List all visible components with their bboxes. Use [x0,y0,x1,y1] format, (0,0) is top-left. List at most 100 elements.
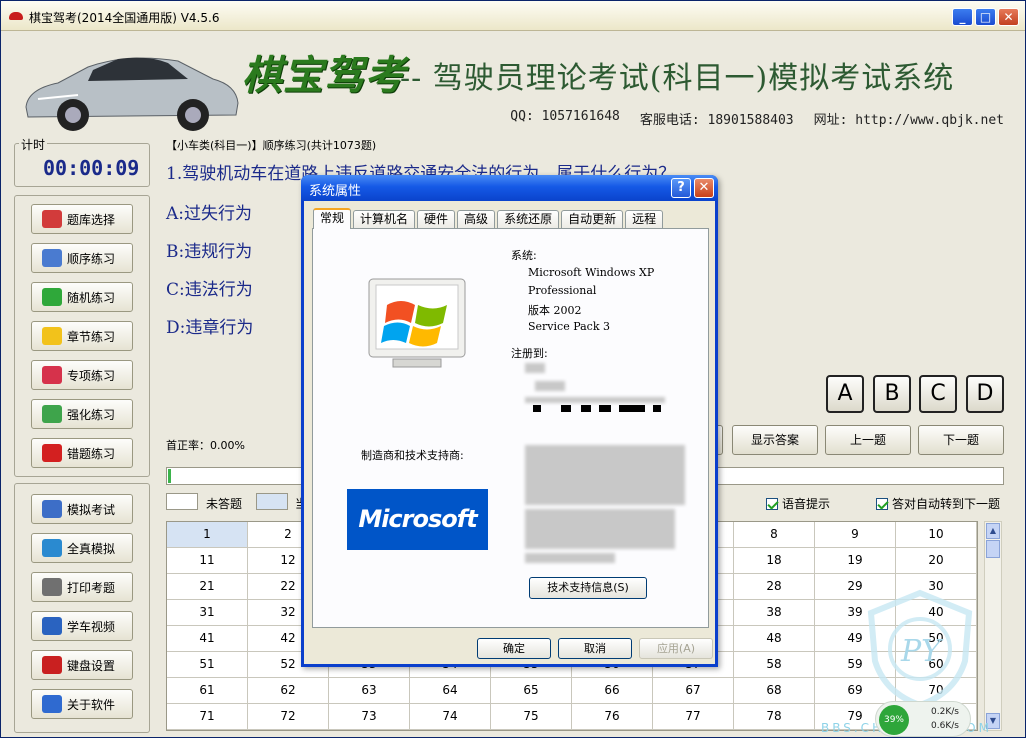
menu-button-group1-5[interactable]: 强化练习 [31,399,133,429]
maximize-button[interactable]: □ [975,8,996,26]
question-number-cell[interactable]: 1 [167,522,248,548]
question-number-cell[interactable]: 20 [896,548,977,574]
question-number-cell[interactable]: 66 [572,678,653,704]
title-bar[interactable]: 棋宝驾考(2014全国通用版) V4.5.6 _ □ ✕ [1,1,1025,31]
question-number-cell[interactable]: 74 [410,704,491,730]
question-number-cell[interactable]: 8 [734,522,815,548]
next-question-button[interactable]: 下一题 [918,425,1004,455]
dialog-help-button[interactable]: ? [671,178,691,198]
dialog-title-bar[interactable]: 系统属性 ? ✕ [301,175,718,201]
menu-button-group1-0[interactable]: 题库选择 [31,204,133,234]
download-speed: 0.6K/s [931,721,959,731]
menu-button-group1-1[interactable]: 顺序练习 [31,243,133,273]
redacted-mark [599,405,611,412]
voice-prompt-checkbox[interactable]: 语音提示 [766,495,830,512]
option-d[interactable]: D:违章行为 [166,313,253,338]
apply-button[interactable]: 应用(A) [639,638,713,659]
network-speed-widget[interactable]: 39% 0.2K/s 0.6K/s [875,701,971,737]
question-number-cell[interactable]: 77 [653,704,734,730]
dialog-tab-1[interactable]: 计算机名 [353,210,416,228]
menu-button-group2-3[interactable]: 学车视频 [31,611,133,641]
menu-button-group2-2[interactable]: 打印考题 [31,572,133,602]
website-link[interactable]: 网址: http://www.qbjk.net [814,109,1004,128]
dialog-tab-4[interactable]: 系统还原 [497,210,560,228]
question-number-cell[interactable]: 68 [734,678,815,704]
dialog-tab-0[interactable]: 常规 [313,208,352,229]
svg-text:PY: PY [900,634,944,669]
close-button[interactable]: ✕ [998,8,1019,26]
voice-checkbox-box[interactable] [766,497,778,510]
answer-a-button[interactable]: A [826,375,864,413]
question-number-cell[interactable]: 9 [815,522,896,548]
question-number-cell[interactable]: 61 [167,678,248,704]
dialog-tab-5[interactable]: 自动更新 [561,210,624,228]
menu-button-group2-0[interactable]: 模拟考试 [31,494,133,524]
question-number-cell[interactable]: 65 [491,678,572,704]
option-b[interactable]: B:违规行为 [166,237,252,262]
answer-b-button[interactable]: B [873,375,911,413]
menu-button-label: 题库选择 [67,212,116,227]
prev-question-button[interactable]: 上一题 [825,425,911,455]
question-number-cell[interactable]: 28 [734,574,815,600]
cancel-button[interactable]: 取消 [558,638,632,659]
menu-button-group1-3[interactable]: 章节练习 [31,321,133,351]
question-number-cell[interactable]: 62 [248,678,329,704]
option-c[interactable]: C:违法行为 [166,275,253,300]
dialog-tab-2[interactable]: 硬件 [417,210,456,228]
support-info-button[interactable]: 技术支持信息(S) [529,577,647,599]
question-number-cell[interactable]: 21 [167,574,248,600]
question-number-cell[interactable]: 31 [167,600,248,626]
auto-next-checkbox[interactable]: 答对自动转到下一题 [876,495,1000,512]
question-number-cell[interactable]: 38 [734,600,815,626]
question-number-cell[interactable]: 48 [734,626,815,652]
car-image [25,57,239,131]
menu-button-group1-4[interactable]: 专项练习 [31,360,133,390]
dialog-tab-6[interactable]: 远程 [625,210,664,228]
redacted-serial [525,397,665,403]
answer-d-button[interactable]: D [966,375,1004,413]
question-number-cell[interactable]: 64 [410,678,491,704]
dialog-tab-3[interactable]: 高级 [457,210,496,228]
dialog-close-button[interactable]: ✕ [694,178,714,198]
answer-c-button[interactable]: C [919,375,957,413]
question-number-cell[interactable]: 18 [734,548,815,574]
question-number-cell[interactable]: 78 [734,704,815,730]
grid-scrollbar[interactable]: ▲ ▼ [984,521,1002,731]
scroll-thumb[interactable] [986,540,1000,558]
menu-button-group2-1[interactable]: 全真模拟 [31,533,133,563]
show-answer-button[interactable]: 显示答案 [732,425,818,455]
network-percent: 39% [879,705,909,735]
scroll-up-button[interactable]: ▲ [986,523,1000,539]
menu-button-label: 章节练习 [67,329,116,344]
wand-icon [42,656,62,674]
question-number-cell[interactable]: 41 [167,626,248,652]
question-number-cell[interactable]: 72 [248,704,329,730]
menu-button-group1-6[interactable]: 错题练习 [31,438,133,468]
microsoft-logo: Microsoft [347,489,488,550]
info-icon [42,695,62,713]
main-window: 棋宝驾考(2014全国通用版) V4.5.6 _ □ ✕ 棋宝驾考 -- 驾驶员… [0,0,1026,738]
menu-button-group2-4[interactable]: 键盘设置 [31,650,133,680]
app-subtitle: -- 驾驶员理论考试(科目一)模拟考试系统 [400,61,955,96]
question-number-cell[interactable]: 63 [329,678,410,704]
manufacturer-label: 制造商和技术支持商: [361,449,464,462]
question-number-cell[interactable]: 76 [572,704,653,730]
auto-next-checkbox-box[interactable] [876,497,888,510]
question-number-cell[interactable]: 19 [815,548,896,574]
redacted-manufacturer-info [525,553,615,563]
minimize-button[interactable]: _ [952,8,973,26]
question-number-cell[interactable]: 58 [734,652,815,678]
window-title: 棋宝驾考(2014全国通用版) V4.5.6 [29,11,220,25]
question-number-cell[interactable]: 75 [491,704,572,730]
option-a[interactable]: A:过失行为 [166,199,252,224]
legend-unanswered-swatch [166,493,198,510]
menu-button-group2-5[interactable]: 关于软件 [31,689,133,719]
question-number-cell[interactable]: 71 [167,704,248,730]
question-number-cell[interactable]: 67 [653,678,734,704]
question-number-cell[interactable]: 73 [329,704,410,730]
question-number-cell[interactable]: 11 [167,548,248,574]
question-number-cell[interactable]: 10 [896,522,977,548]
question-number-cell[interactable]: 51 [167,652,248,678]
menu-button-group1-2[interactable]: 随机练习 [31,282,133,312]
ok-button[interactable]: 确定 [477,638,551,659]
